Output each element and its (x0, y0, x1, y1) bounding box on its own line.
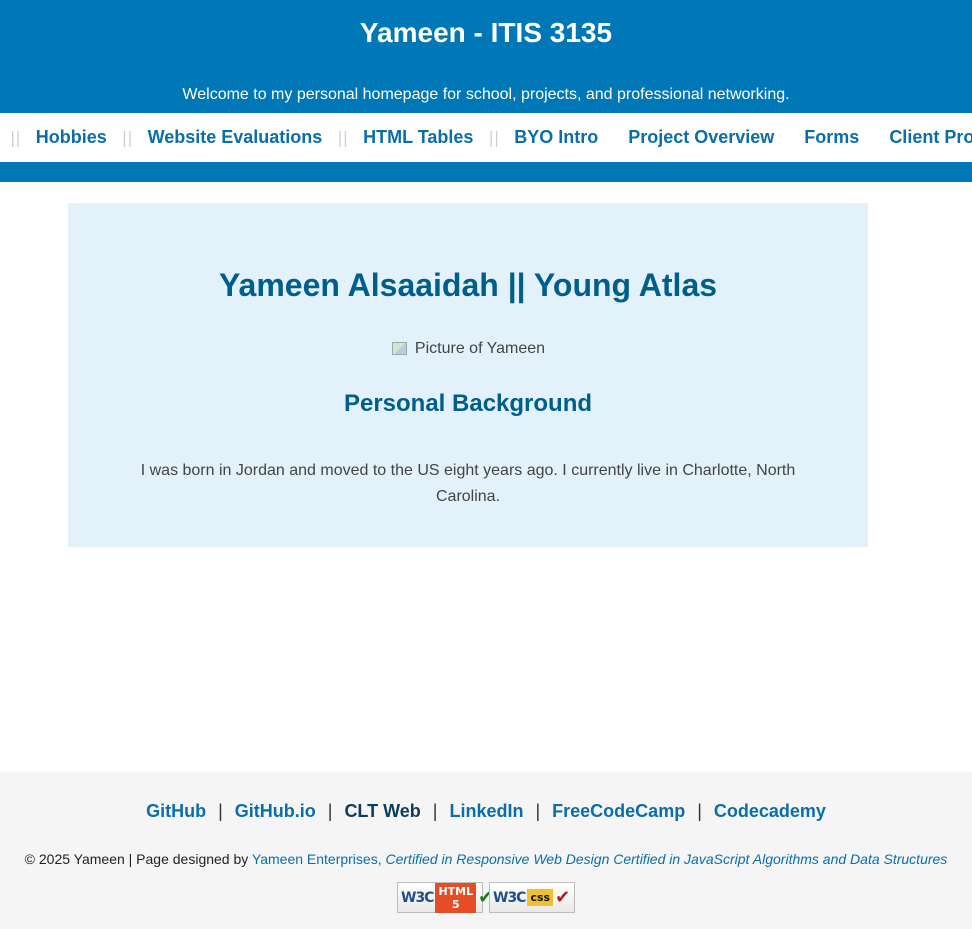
bio-paragraph: I was born in Jordan and moved to the US… (140, 462, 796, 505)
site-header: Yameen - ITIS 3135 Welcome to my persona… (0, 0, 972, 113)
nav-row: || Hobbies || Website Evaluations || HTM… (0, 113, 972, 162)
site-footer: GitHub | GitHub.io | CLT Web | LinkedIn | FreeCo… (0, 772, 972, 929)
site-tagline: Welcome to my personal homepage for scho… (182, 86, 790, 103)
profile-photo-alt: Picture of Yameen (414, 340, 546, 357)
main-content: Yameen Alsaaidah || Young Atlas Picture … (68, 203, 868, 547)
section-heading-personal-background: Personal Background (343, 390, 593, 417)
nav-separator: || (121, 128, 133, 147)
nav-item-project-overview[interactable]: Project Overview (613, 113, 789, 162)
nav-separator: || (10, 128, 21, 147)
footer-separator: | (432, 801, 438, 821)
broken-image-icon (391, 341, 407, 357)
nav-separator: || (488, 128, 500, 147)
company-link[interactable]: Yameen Enterprises, (252, 851, 382, 867)
footer-separator: | (697, 801, 702, 821)
nav-separator: || (337, 128, 349, 147)
nav-item-hobbies[interactable]: Hobbies (21, 113, 122, 162)
certifications-text: Certified in Responsive Web Design Certi… (385, 851, 948, 867)
site-title: Yameen - ITIS 3135 (359, 17, 613, 48)
footer-link-github-io[interactable]: GitHub.io (235, 801, 316, 821)
nav-item-byo-intro[interactable]: BYO Intro (499, 113, 613, 162)
profile-name: Yameen Alsaaidah || Young Atlas (218, 267, 718, 303)
validation-badges: W3C HTML 5 ✔ W3C css ✔ (0, 882, 972, 913)
footer-link-github[interactable]: GitHub (146, 801, 206, 821)
main-nav: || Hobbies || Website Evaluations || HTM… (0, 113, 972, 182)
footer-links: GitHub | GitHub.io | CLT Web | LinkedIn | FreeCo… (0, 800, 972, 822)
footer-link-freecodecamp[interactable]: FreeCodeCamp (552, 801, 685, 821)
footer-link-clt-web[interactable]: CLT Web (344, 801, 420, 821)
html5-icon: HTML 5 (435, 882, 477, 913)
footer-credits: © 2025 Yameen | Page designed by Yameen … (0, 850, 972, 868)
html-validator-badge[interactable]: W3C HTML 5 ✔ (397, 882, 493, 913)
nav-item-client-project[interactable]: Client Project (874, 113, 972, 162)
copyright-text: © 2025 Yameen | Page designed by (24, 851, 252, 867)
nav-item-html-tables[interactable]: HTML Tables (348, 113, 488, 162)
footer-link-codecademy[interactable]: Codecademy (714, 801, 826, 821)
w3c-logo: W3C (493, 889, 526, 906)
nav-item-forms[interactable]: Forms (789, 113, 874, 162)
css-icon: css (527, 889, 554, 906)
footer-separator: | (218, 801, 223, 821)
nav-item-website-evaluations[interactable]: Website Evaluations (133, 113, 338, 162)
footer-link-linkedin[interactable]: LinkedIn (449, 801, 523, 821)
footer-separator: | (535, 801, 541, 821)
css-validator-badge[interactable]: W3C css ✔ (489, 882, 575, 913)
w3c-logo: W3C (401, 889, 434, 906)
footer-separator: | (327, 801, 333, 821)
check-icon: ✔ (555, 887, 571, 908)
profile-photo: Picture of Yameen (68, 338, 868, 360)
